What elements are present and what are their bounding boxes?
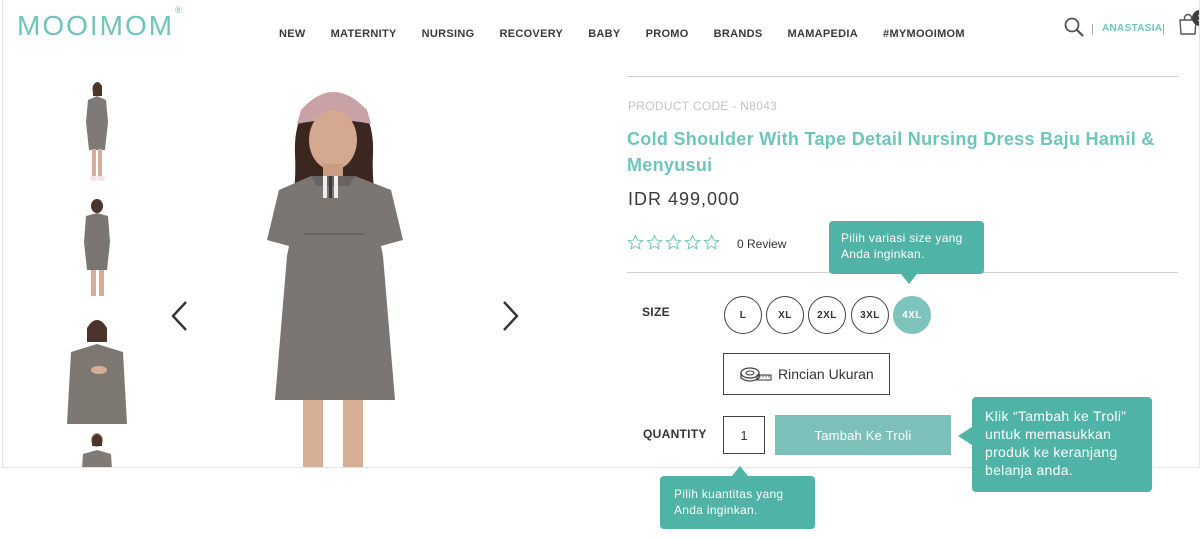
chevron-right-icon[interactable]: [500, 296, 522, 336]
star-icon[interactable]: [665, 234, 682, 251]
thumbnail-partial[interactable]: [59, 430, 135, 467]
size-option-xl[interactable]: XL: [766, 296, 804, 334]
header-separator: |: [1162, 23, 1165, 35]
user-account-link[interactable]: ANASTASIA: [1102, 23, 1162, 34]
size-option-2xl[interactable]: 2XL: [808, 296, 846, 334]
review-count-link[interactable]: 0 Review: [737, 237, 786, 251]
star-icon[interactable]: [627, 234, 644, 251]
search-icon[interactable]: [1064, 17, 1084, 37]
brand-logo[interactable]: MOOIMOM®: [17, 5, 182, 42]
rating-stars[interactable]: [627, 234, 720, 251]
top-divider: [627, 76, 1178, 77]
logo-text: MOOIMOM: [17, 10, 175, 41]
nav-item-new[interactable]: NEW: [279, 28, 306, 40]
product-code: PRODUCT CODE - N8043: [628, 99, 778, 113]
size-option-3xl[interactable]: 3XL: [851, 296, 889, 334]
main-nav: NEW MATERNITY NURSING RECOVERY BABY PROM…: [279, 28, 990, 40]
star-icon[interactable]: [646, 234, 663, 251]
star-icon[interactable]: [684, 234, 701, 251]
product-title: Cold Shoulder With Tape Detail Nursing D…: [627, 129, 1155, 175]
size-option-4xl-selected[interactable]: 4XL: [893, 296, 931, 334]
quantity-label: QUANTITY: [643, 427, 707, 441]
add-to-cart-button[interactable]: Tambah Ke Troli: [775, 415, 951, 455]
nav-item-mamapedia[interactable]: MAMAPEDIA: [787, 28, 858, 40]
star-icon[interactable]: [703, 234, 720, 251]
header-separator: |: [1091, 23, 1094, 35]
quantity-input[interactable]: [723, 416, 765, 454]
add-to-cart-tooltip: Klik “Tambah ke Troli” untuk memasukkan …: [958, 397, 1152, 492]
thumbnail-nursing[interactable]: [59, 312, 135, 424]
size-option-l[interactable]: L: [724, 296, 762, 334]
nav-item-brands[interactable]: BRANDS: [714, 28, 763, 40]
nav-item-nursing[interactable]: NURSING: [422, 28, 475, 40]
size-guide-label: Rincian Ukuran: [778, 366, 874, 382]
thumbnail-front[interactable]: [59, 76, 135, 188]
product-price: IDR 499,000: [628, 189, 741, 209]
nav-item-promo[interactable]: PROMO: [646, 28, 689, 40]
product-main-image: [183, 76, 483, 467]
thumbnail-back[interactable]: [59, 194, 135, 306]
size-label: SIZE: [642, 305, 670, 319]
nav-item-mymooimom[interactable]: #MYMOOIMOM: [883, 28, 965, 40]
quantity-tooltip: Pilih kuantitas yang Anda inginkan.: [660, 466, 815, 529]
nav-item-recovery[interactable]: RECOVERY: [499, 28, 563, 40]
nav-item-baby[interactable]: BABY: [588, 28, 620, 40]
size-tooltip: Pilih variasi size yang Anda inginkan.: [829, 221, 984, 284]
measuring-tape-icon: [740, 367, 772, 382]
registered-mark: ®: [175, 4, 182, 15]
nav-item-maternity[interactable]: MATERNITY: [331, 28, 397, 40]
size-guide-button[interactable]: Rincian Ukuran: [723, 353, 890, 395]
